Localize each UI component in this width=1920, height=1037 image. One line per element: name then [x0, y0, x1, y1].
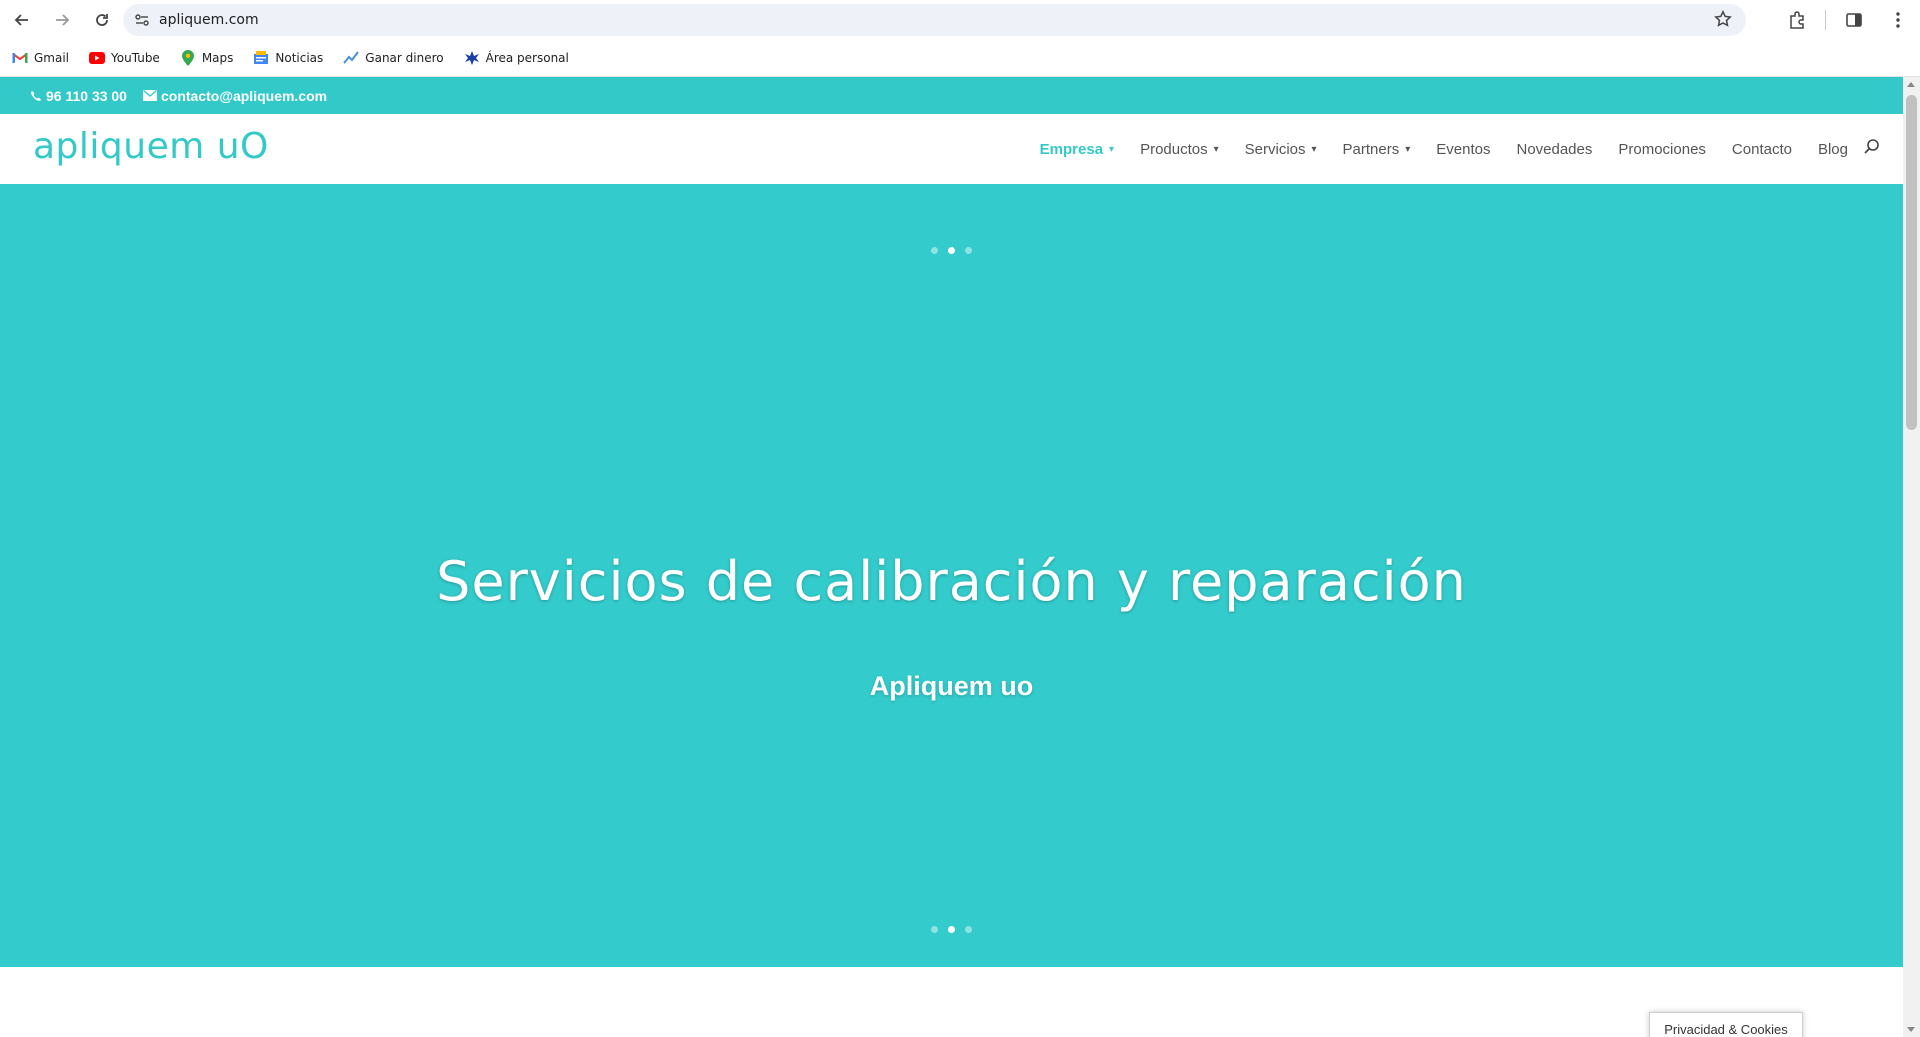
chevron-down-icon: ▾	[1311, 143, 1317, 155]
main-menu: Empresa ▾ Productos ▾ Servicios ▾ Partne…	[1014, 114, 1848, 184]
website: 96 110 33 00 contacto@apliquem.com apliq…	[0, 77, 1903, 1037]
scroll-down-icon[interactable]	[1907, 1027, 1915, 1032]
gmail-icon	[12, 50, 28, 66]
maps-icon	[180, 50, 196, 66]
site-logo[interactable]: apliquem uO	[33, 126, 269, 167]
extensions-icon[interactable]	[1775, 0, 1819, 40]
slider-dots-top	[0, 247, 1903, 254]
forward-button[interactable]	[44, 2, 80, 38]
earn-icon	[343, 50, 360, 66]
content-section: Privacidad & Cookies	[0, 967, 1903, 1037]
menu-item-promociones[interactable]: Promociones	[1618, 141, 1706, 158]
url-text[interactable]: apliquem.com	[159, 12, 259, 28]
personal-area-icon	[464, 50, 480, 66]
page-scrollbar[interactable]	[1903, 77, 1920, 1037]
bookmark-ganar-dinero[interactable]: Ganar dinero	[343, 50, 444, 66]
reload-icon	[96, 14, 108, 26]
chevron-down-icon: ▾	[1213, 143, 1219, 155]
menu-item-blog[interactable]: Blog	[1818, 141, 1848, 158]
slider-dot[interactable]	[931, 926, 938, 933]
menu-label: Empresa	[1039, 140, 1104, 158]
chevron-down-icon: ▾	[1405, 143, 1411, 155]
slider-dot[interactable]	[931, 247, 938, 254]
browser-actions	[1775, 0, 1920, 40]
bookmark-noticias[interactable]: Noticias	[253, 50, 323, 66]
slider-dot[interactable]	[965, 926, 972, 933]
back-button[interactable]	[4, 2, 40, 38]
arrow-right-icon	[56, 14, 70, 26]
bookmark-label: Gmail	[34, 51, 70, 65]
email-link[interactable]: contacto@apliquem.com	[142, 87, 328, 104]
chevron-down-icon: ▾	[1109, 143, 1115, 155]
phone-number: 96 110 33 00	[46, 87, 127, 104]
bookmark-label: Maps	[201, 51, 234, 65]
menu-label: Blog	[1817, 140, 1848, 158]
scroll-thumb[interactable]	[1906, 95, 1917, 430]
site-info-icon[interactable]	[135, 13, 149, 27]
phone-icon	[31, 90, 41, 101]
arrow-left-icon	[14, 14, 28, 26]
toolbar-divider	[1825, 10, 1826, 30]
bookmarks-bar: Gmail YouTube Maps Noticias Ganar dinero…	[0, 40, 1920, 77]
bookmark-star-icon[interactable]	[1714, 10, 1732, 33]
bookmark-gmail[interactable]: Gmail	[12, 50, 69, 66]
phone-link[interactable]: 96 110 33 00	[30, 88, 127, 104]
bookmark-label: YouTube	[111, 51, 160, 65]
slider-dot-active[interactable]	[948, 926, 955, 933]
envelope-icon	[142, 90, 157, 101]
menu-item-eventos[interactable]: Eventos	[1436, 141, 1490, 158]
menu-label: Productos	[1140, 140, 1208, 158]
bookmark-area-personal[interactable]: Área personal	[464, 50, 569, 66]
slider-dot[interactable]	[965, 247, 972, 254]
slider-dot-active[interactable]	[948, 247, 955, 254]
menu-item-contacto[interactable]: Contacto	[1732, 141, 1792, 158]
menu-item-partners[interactable]: Partners ▾	[1343, 141, 1411, 158]
hero-title: Servicios de calibración y reparación	[436, 550, 1467, 613]
address-bar[interactable]: apliquem.com	[123, 4, 1746, 36]
bookmark-maps[interactable]: Maps	[180, 50, 234, 66]
menu-item-productos[interactable]: Productos ▾	[1140, 141, 1219, 158]
youtube-icon	[89, 50, 106, 66]
slider-dots-bottom	[0, 926, 1903, 933]
bookmark-label: Ganar dinero	[365, 51, 444, 65]
contact-topbar: 96 110 33 00 contacto@apliquem.com	[0, 77, 1903, 114]
email-address: contacto@apliquem.com	[160, 87, 328, 104]
menu-item-empresa[interactable]: Empresa ▾	[1040, 141, 1114, 158]
menu-label: Novedades	[1516, 140, 1593, 158]
menu-item-novedades[interactable]: Novedades	[1516, 141, 1592, 158]
menu-label: Partners	[1342, 140, 1400, 158]
bookmark-label: Noticias	[275, 51, 324, 65]
menu-kebab-icon[interactable]	[1876, 0, 1920, 40]
bookmark-youtube[interactable]: YouTube	[89, 50, 160, 66]
side-panel-icon[interactable]	[1832, 0, 1876, 40]
bookmark-label: Área personal	[485, 51, 569, 65]
search-icon[interactable]	[1863, 138, 1881, 161]
hero-subtitle: Apliquem uo	[869, 671, 1034, 701]
site-header: apliquem uO Empresa ▾ Productos ▾ Servic…	[0, 114, 1903, 184]
reload-button[interactable]	[84, 2, 120, 38]
menu-label: Eventos	[1436, 140, 1491, 158]
browser-toolbar: apliquem.com	[0, 0, 1920, 40]
menu-label: Promociones	[1618, 140, 1706, 158]
menu-label: Servicios	[1244, 140, 1306, 158]
hero-slider: Servicios de calibración y reparación Ap…	[0, 184, 1903, 967]
menu-item-servicios[interactable]: Servicios ▾	[1245, 141, 1317, 158]
menu-label: Contacto	[1731, 140, 1792, 158]
scroll-up-icon[interactable]	[1907, 82, 1915, 87]
privacy-cookies-button[interactable]: Privacidad & Cookies	[1649, 1012, 1803, 1037]
news-icon	[253, 50, 269, 66]
